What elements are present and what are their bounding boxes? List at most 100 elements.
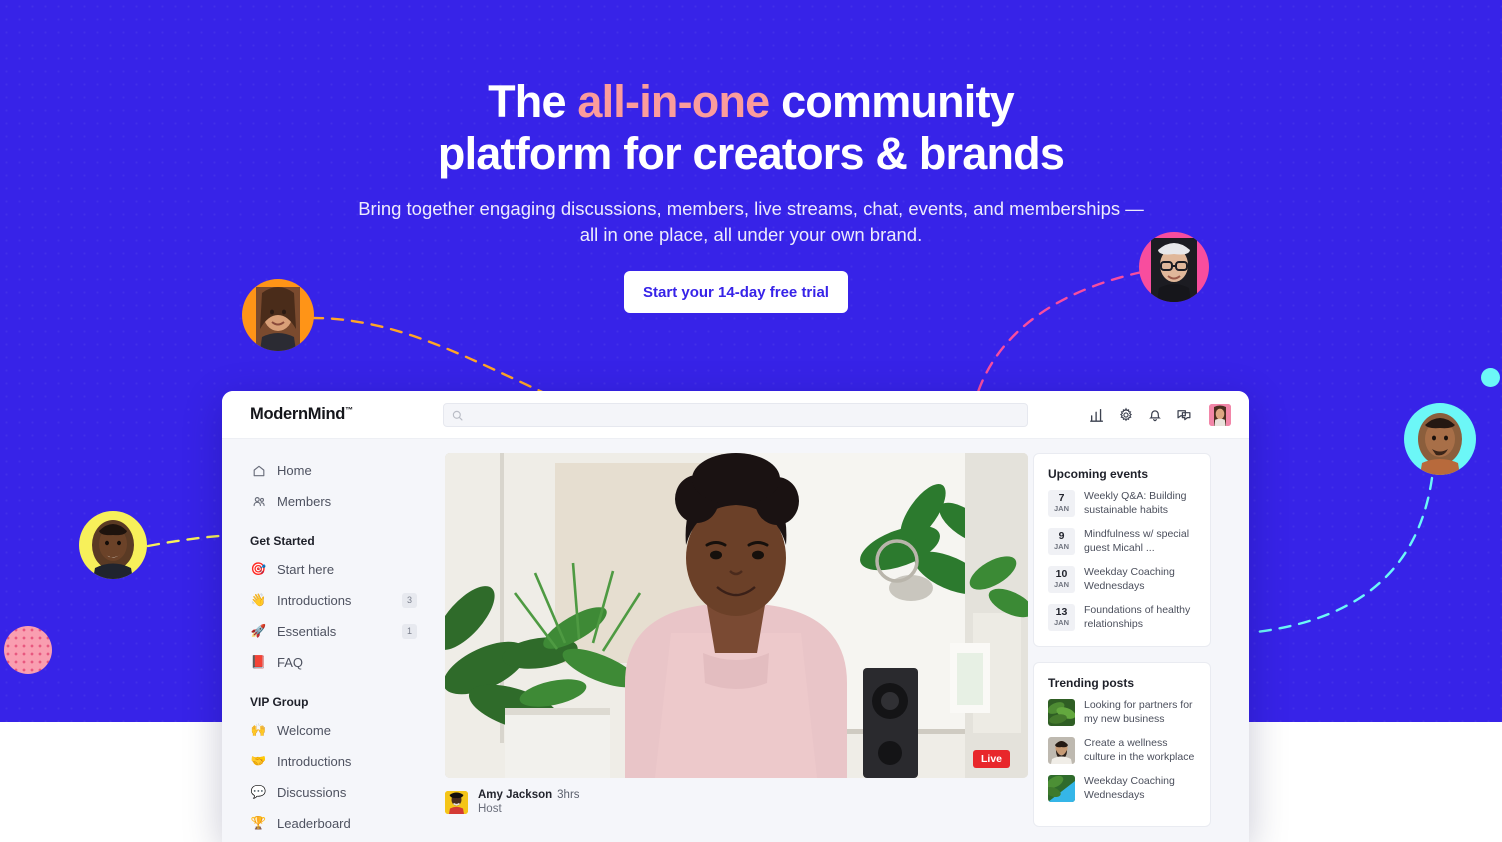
- post-author-avatar-photo: [445, 790, 468, 814]
- feed-column: Live Amy Jackson 3hrs Host: [445, 439, 1033, 842]
- video-thumbnail: [445, 453, 1028, 778]
- avatar-orange-photo: [256, 287, 300, 351]
- trending-post-item[interactable]: Looking for partners for my new business: [1048, 699, 1196, 726]
- event-title: Mindfulness w/ special guest Micahl ...: [1084, 528, 1190, 554]
- trending-post-thumbnail: [1048, 699, 1075, 726]
- event-month: JAN: [1053, 504, 1069, 513]
- logo-trademark: ™: [345, 405, 353, 415]
- sidebar-item-label: Members: [277, 494, 332, 509]
- rocket-icon: 🚀: [250, 624, 267, 638]
- trending-post-title: Looking for partners for my new business: [1084, 699, 1193, 725]
- sidebar-item-faq[interactable]: 📕 FAQ: [250, 647, 445, 678]
- event-month: JAN: [1053, 618, 1069, 627]
- user-avatar[interactable]: [1209, 404, 1231, 426]
- members-icon: [250, 495, 267, 509]
- event-day: 7: [1058, 492, 1065, 504]
- trending-posts-title: Trending posts: [1048, 676, 1135, 690]
- home-icon: [250, 464, 267, 478]
- avatar-cyan: [1404, 403, 1476, 475]
- post-author-line: Amy Jackson 3hrs: [478, 789, 580, 801]
- waving-hand-icon: 👋: [250, 593, 267, 607]
- raising-hands-icon: 🙌: [250, 723, 267, 737]
- search-input[interactable]: [463, 409, 1027, 421]
- sidebar-item-label: Introductions: [277, 754, 352, 769]
- sidebar-item-essentials[interactable]: 🚀 Essentials 1: [250, 616, 445, 647]
- trending-thumb-1: [1048, 699, 1075, 726]
- trending-post-item[interactable]: Weekday Coaching Wednesdays: [1048, 775, 1196, 802]
- post-author-name: Amy Jackson: [478, 789, 553, 801]
- search-bar[interactable]: [443, 403, 1028, 427]
- trending-post-title: Weekday Coaching Wednesdays: [1084, 775, 1175, 801]
- logo-text: ModernMind: [250, 405, 346, 423]
- app-header: ModernMind™: [222, 391, 1249, 439]
- chat-icon[interactable]: [1176, 407, 1192, 423]
- gear-icon[interactable]: [1118, 407, 1134, 423]
- live-video-post[interactable]: Live: [445, 453, 1028, 778]
- app-window: ModernMind™ Home Members Get Started 🎯 S…: [222, 391, 1249, 842]
- sidebar-item-welcome[interactable]: 🙌 Welcome: [250, 715, 445, 746]
- avatar-pink-photo: [1151, 238, 1197, 302]
- event-item[interactable]: 13 JAN Foundations of healthy relationsh…: [1048, 604, 1196, 631]
- trending-post-title: Create a wellness culture in the workpla…: [1084, 737, 1195, 763]
- event-title: Weekday Coaching Wednesdays: [1084, 566, 1175, 592]
- trending-post-item[interactable]: Create a wellness culture in the workpla…: [1048, 737, 1196, 764]
- search-icon: [452, 410, 463, 421]
- avatar-orange: [242, 279, 314, 351]
- event-day: 9: [1058, 530, 1065, 542]
- sidebar-group-title-get-started: Get Started: [250, 534, 315, 548]
- sidebar-item-badge: 1: [402, 624, 417, 639]
- event-date-badge: 13 JAN: [1048, 604, 1075, 631]
- sidebar-item-members[interactable]: Members: [250, 486, 445, 517]
- trending-post-thumbnail: [1048, 737, 1075, 764]
- post-timestamp: 3hrs: [557, 789, 580, 801]
- sidebar-item-label: Start here: [277, 562, 335, 577]
- app-logo[interactable]: ModernMind™: [250, 405, 353, 424]
- upcoming-events-card: Upcoming events 7 JAN Weekly Q&A: Buildi…: [1033, 453, 1211, 647]
- live-badge[interactable]: Live: [972, 750, 1010, 768]
- event-day: 13: [1055, 606, 1068, 618]
- event-date-badge: 9 JAN: [1048, 528, 1075, 555]
- event-item[interactable]: 7 JAN Weekly Q&A: Building sustainable h…: [1048, 490, 1196, 517]
- event-date-badge: 7 JAN: [1048, 490, 1075, 517]
- post-author-role: Host: [478, 803, 502, 815]
- sidebar-item-label: FAQ: [277, 655, 304, 670]
- event-title: Weekly Q&A: Building sustainable habits: [1084, 490, 1187, 516]
- header-icon-group: [1089, 391, 1231, 439]
- event-month: JAN: [1053, 542, 1069, 551]
- sidebar: Home Members Get Started 🎯 Start here 👋 …: [222, 439, 445, 842]
- trending-thumb-3: [1048, 775, 1075, 802]
- avatar-yellow-photo: [92, 520, 134, 579]
- bell-icon[interactable]: [1147, 407, 1163, 423]
- event-item[interactable]: 9 JAN Mindfulness w/ special guest Micah…: [1048, 528, 1196, 555]
- sidebar-item-badge: 3: [402, 593, 417, 608]
- event-date-badge: 10 JAN: [1048, 566, 1075, 593]
- avatar-cyan-photo: [1418, 413, 1462, 475]
- avatar-pink: [1139, 232, 1209, 302]
- sidebar-item-home[interactable]: Home: [250, 455, 445, 486]
- trending-post-thumbnail: [1048, 775, 1075, 802]
- handshake-icon: 🤝: [250, 754, 267, 768]
- sidebar-item-introductions-vip[interactable]: 🤝 Introductions: [250, 746, 445, 777]
- trending-posts-card: Trending posts Looking for partners for …: [1033, 662, 1211, 827]
- sidebar-item-label: Essentials: [277, 624, 337, 639]
- sidebar-item-label: Introductions: [277, 593, 352, 608]
- upcoming-events-title: Upcoming events: [1048, 467, 1149, 481]
- trending-thumb-2: [1048, 737, 1075, 764]
- sidebar-item-start-here[interactable]: 🎯 Start here: [250, 554, 445, 585]
- sidebar-item-leaderboard[interactable]: 🏆 Leaderboard: [250, 808, 445, 839]
- post-author-avatar[interactable]: [445, 790, 468, 814]
- sidebar-item-introductions-get-started[interactable]: 👋 Introductions 3: [250, 585, 445, 616]
- speech-balloon-icon: 💬: [250, 785, 267, 799]
- event-item[interactable]: 10 JAN Weekday Coaching Wednesdays: [1048, 566, 1196, 593]
- event-title: Foundations of healthy relationships: [1084, 604, 1191, 630]
- analytics-icon[interactable]: [1089, 407, 1105, 423]
- event-day: 10: [1055, 568, 1068, 580]
- decorative-dot-pink: [4, 626, 52, 674]
- sidebar-item-label: Home: [277, 463, 312, 478]
- sidebar-item-discussions[interactable]: 💬 Discussions: [250, 777, 445, 808]
- trophy-icon: 🏆: [250, 816, 267, 830]
- dart-icon: 🎯: [250, 562, 267, 576]
- post-text-block: Amy Jackson 3hrs Host: [478, 789, 580, 815]
- post-meta: Amy Jackson 3hrs Host: [445, 789, 1033, 815]
- sidebar-group-title-vip-group: VIP Group: [250, 695, 309, 709]
